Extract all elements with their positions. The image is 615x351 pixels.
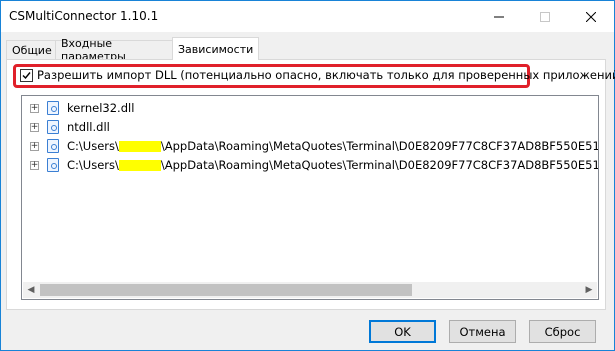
dll-file-icon [47,101,59,115]
scrollbar-thumb[interactable] [40,284,412,296]
dll-file-icon [47,120,59,134]
close-icon [586,11,596,22]
minimize-button[interactable] [476,1,522,32]
tree-item-label: kernel32.dll [67,101,135,115]
window-title: CSMultiConnector 1.10.1 [9,9,159,23]
ok-button[interactable]: OK [369,320,436,343]
maximize-icon [540,11,550,22]
allow-dll-import-label: Разрешить импорт DLL (потенциально опасн… [37,68,615,82]
tree-item[interactable]: + ntdll.dll [30,118,110,136]
tree-item-path-suffix: \AppData\Roaming\MetaQuotes\Terminal\D0E… [160,158,598,172]
dll-file-icon [47,139,59,153]
reset-button[interactable]: Сброс [529,320,596,343]
tree-item[interactable]: + C:\Users\ \AppData\Roaming\MetaQuotes\T… [30,156,598,174]
tree-item-path-suffix: \AppData\Roaming\MetaQuotes\Terminal\D0E… [160,139,598,153]
tab-general[interactable]: Общие [6,40,56,59]
scroll-right-icon[interactable]: ▶ [581,282,597,298]
expand-icon[interactable]: + [30,160,39,170]
tab-input-parameters[interactable]: Входные параметры [55,37,173,63]
dll-file-icon [47,158,59,172]
redaction-mark [118,159,161,171]
scroll-left-icon[interactable]: ◀ [23,282,39,298]
minimize-icon [494,16,504,17]
close-button[interactable] [568,1,614,32]
allow-dll-import-checkbox[interactable] [20,68,33,82]
cancel-button[interactable]: Отмена [449,320,516,343]
tab-dependencies[interactable]: Зависимости [172,37,259,60]
tree-item[interactable]: + kernel32.dll [30,99,134,117]
expand-icon[interactable]: + [30,103,39,113]
tree-item[interactable]: + C:\Users\ \AppData\Roaming\MetaQuotes\T… [30,137,598,155]
expand-icon[interactable]: + [30,141,39,151]
horizontal-scrollbar[interactable]: ◀ ▶ [23,282,597,298]
maximize-button [522,1,568,32]
tab-dependencies-label: Зависимости [178,42,254,56]
redaction-mark [118,140,161,152]
dependencies-tree[interactable]: + kernel32.dll + ntdll.dll + C:\Users\ \A… [21,95,599,300]
expand-icon[interactable]: + [30,122,39,132]
tree-item-path-prefix: C:\Users\ [67,139,119,153]
tab-general-label: Общие [12,43,52,57]
title-bar[interactable]: CSMultiConnector 1.10.1 [1,1,614,32]
allow-dll-import-checkbox-row[interactable]: Разрешить импорт DLL (потенциально опасн… [20,68,615,82]
tree-item-label: ntdll.dll [67,120,110,134]
checkmark-icon [22,71,31,79]
tree-item-path-prefix: C:\Users\ [67,158,119,172]
